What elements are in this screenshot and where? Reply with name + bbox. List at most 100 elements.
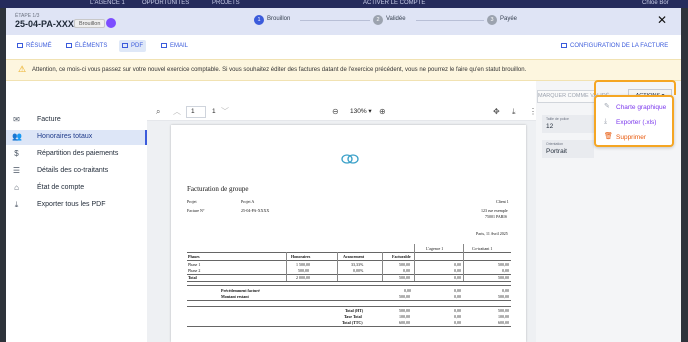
activate-account-link[interactable]: ACTIVER LE COMPTE: [363, 0, 425, 7]
sidebar-item-etat-compte[interactable]: ⌂ État de compte: [6, 181, 147, 196]
step-label: Validée: [386, 16, 406, 22]
background-right: [681, 8, 688, 342]
modal-tabs: RÉSUMÉ ÉLÉMENTS PDF EMAIL CONFIGURATION …: [6, 35, 681, 57]
invoice-title: Facturation de groupe: [187, 185, 249, 193]
sidebar-item-export-pdf[interactable]: ⤓ Exporter tous les PDF: [6, 198, 147, 213]
warning-banner: ⚠ Attention, ce mois-ci vous passez sur …: [6, 59, 681, 81]
agency-menu[interactable]: L'AGENCE 1: [90, 0, 125, 7]
client-name: Client 1: [496, 199, 509, 204]
trash-icon: 🗑: [604, 133, 613, 140]
brand-icon: [106, 18, 116, 28]
user-name[interactable]: Chloé Bor: [642, 0, 669, 7]
table-cell: 0,00: [454, 275, 461, 280]
orientation-select[interactable]: Orientation Portrait: [542, 140, 594, 158]
users-icon: 👥: [12, 132, 22, 141]
facture-label: Facture N°: [187, 208, 205, 213]
tab-configuration[interactable]: CONFIGURATION DE LA FACTURE: [558, 40, 671, 52]
tab-pdf[interactable]: PDF: [119, 40, 146, 52]
projets-menu[interactable]: PROJETS: [212, 0, 240, 7]
chevron-down-icon[interactable]: ﹀: [221, 106, 229, 118]
sidebar-item-honoraires[interactable]: 👥 Honoraires totaux: [6, 130, 147, 145]
table-header: Honoraires: [291, 254, 311, 259]
table-cell: 0,00: [454, 314, 461, 319]
tab-resume[interactable]: RÉSUMÉ: [14, 40, 55, 52]
table-cell: 500,00: [498, 294, 509, 299]
sidebar-item-cotraitants[interactable]: ☰ Détails des co-traitants: [6, 164, 147, 179]
chevron-up-icon[interactable]: ︿: [173, 106, 181, 118]
step-connector: [416, 20, 484, 21]
pdf-viewer: ⌕ ︿ 1 1 ﹀ ⊖ 130% ▾ ⊕ ✥ ⤓ ⋮ Facturation d…: [147, 103, 537, 342]
email-icon: [161, 43, 167, 48]
table-cell: 600,00: [399, 320, 410, 325]
step-number: 3: [487, 15, 497, 25]
sidebar-item-facture[interactable]: ✉ Facture: [6, 113, 147, 128]
invoice-date: Paris, 11 Avril 2025: [476, 231, 508, 236]
table-cell: 0,00: [454, 262, 461, 267]
tab-email[interactable]: EMAIL: [158, 40, 191, 52]
close-icon[interactable]: ✕: [656, 14, 668, 26]
step-number: 1: [254, 15, 264, 25]
page-input[interactable]: 1: [186, 106, 206, 118]
table-divider: [187, 306, 511, 307]
tab-elements[interactable]: ÉLÉMENTS: [63, 40, 110, 52]
download-icon: ⤓: [604, 118, 608, 125]
mail-icon: ✉: [13, 115, 20, 124]
zoom-select[interactable]: 130% ▾: [350, 106, 372, 118]
list-icon: [66, 43, 72, 48]
actions-highlight: [594, 80, 676, 95]
menu-item-charte[interactable]: ✎ Charte graphique: [596, 100, 672, 115]
table-cell: Phase 2: [188, 268, 201, 273]
step-label: Payée: [500, 16, 518, 22]
table-cell: 0,00: [404, 288, 411, 293]
page-total: 1: [212, 108, 216, 115]
step-label: Brouillon: [267, 16, 291, 22]
table-cell: 500,00: [498, 308, 509, 313]
table-cell: Total (HT): [345, 308, 364, 313]
list-icon: ☰: [12, 166, 21, 175]
font-size-field[interactable]: Taille de police 12: [542, 115, 594, 133]
table-cell: Précédemment facturé: [221, 288, 260, 293]
zoom-in-icon[interactable]: ⊕: [379, 106, 386, 118]
table-cell: 100,00: [399, 314, 410, 319]
money-icon: $: [14, 149, 19, 158]
table-cell: 1 500,00: [296, 262, 310, 267]
opportunites-menu[interactable]: OPPORTUNITÉS: [142, 0, 189, 7]
table-cell: 500,00: [399, 308, 410, 313]
status-badge: Brouillon: [74, 19, 106, 28]
table-cell: Taxe Total: [344, 314, 362, 319]
summary-icon: [17, 43, 23, 48]
pdf-icon: [122, 43, 128, 48]
move-icon[interactable]: ✥: [493, 106, 500, 118]
warning-icon: ⚠: [18, 64, 27, 74]
table-header: Avancement: [343, 254, 365, 259]
invoice-modal: ÉTAPE 1/3 25-04-PA-XXXX Brouillon 1 Brou…: [6, 8, 681, 342]
facture-value: 25-04-PA-XXXX: [241, 208, 270, 213]
table-cell: Montant restant: [221, 294, 249, 299]
table-cell: 500,00: [498, 262, 509, 267]
bank-icon: ⌂: [14, 183, 19, 192]
sidebar-item-repartition[interactable]: $ Répartition des paiements: [6, 147, 147, 162]
table-cell: 500,00: [399, 262, 410, 267]
app-topbar: L'AGENCE 1 OPPORTUNITÉS PROJETS ACTIVER …: [0, 0, 688, 8]
search-icon[interactable]: ⌕: [156, 106, 160, 118]
table-cell: 2 000,00: [296, 275, 310, 280]
document-id: 25-04-PA-XXXX: [15, 19, 80, 29]
menu-item-supprimer[interactable]: 🗑 Supprimer: [596, 130, 672, 145]
table-divider: [187, 326, 511, 327]
table-cell: Phase 1: [188, 262, 201, 267]
table-divider: [187, 281, 511, 282]
mark-validated-button[interactable]: MARQUER COMME VALIDÉ: [537, 90, 609, 103]
menu-item-export-xls[interactable]: ⤓ Exporter (.xls): [596, 115, 672, 130]
document-sidebar: ✉ Facture 👥 Honoraires totaux $ Répartit…: [6, 110, 147, 342]
table-cell: Total: [188, 275, 197, 280]
download-icon[interactable]: ⤓: [512, 106, 516, 118]
table-divider: [337, 252, 338, 281]
warning-text: Attention, ce mois-ci vous passez sur vo…: [32, 67, 527, 73]
modal-header: ÉTAPE 1/3 25-04-PA-XXXX Brouillon 1 Brou…: [6, 8, 681, 35]
table-divider: [187, 300, 511, 301]
table-cell: 0,00: [454, 268, 461, 273]
gear-icon: [561, 43, 567, 48]
brush-icon: ✎: [604, 103, 610, 110]
table-cell: 0,00: [502, 288, 509, 293]
zoom-out-icon[interactable]: ⊖: [332, 106, 339, 118]
